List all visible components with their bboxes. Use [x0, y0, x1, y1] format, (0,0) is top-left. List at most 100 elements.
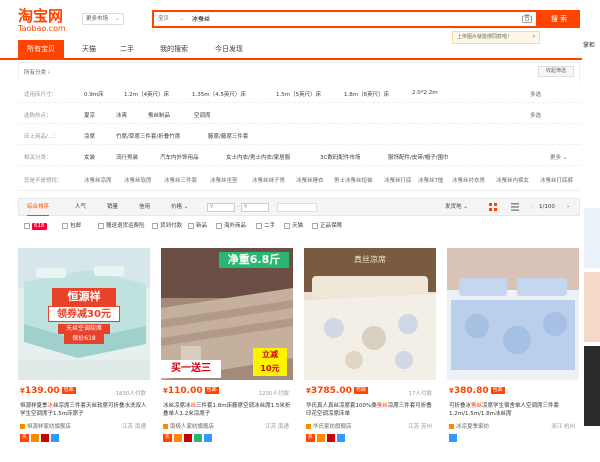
filter-option[interactable]: 夏凉 — [84, 111, 95, 119]
ad-image[interactable] — [584, 208, 600, 268]
filter-option[interactable]: 女士内衣/男士内衣/家居服 — [226, 153, 290, 161]
filter-option[interactable]: 汽车内外饰用品 — [160, 153, 199, 161]
free-ship-tag: 包邮 — [61, 387, 76, 394]
checkbox-618[interactable]: 618 — [24, 222, 47, 231]
price-range-slider[interactable] — [277, 203, 317, 212]
suggest-link[interactable]: 冰蚕丝三件套 — [164, 176, 197, 184]
ad-image[interactable] — [584, 346, 600, 426]
ad-image[interactable] — [584, 272, 600, 342]
product-image[interactable]: 真丝凉席 — [304, 248, 436, 380]
filter-panel: 所有分类 › 收起筛选 适用床尺寸： 0.9m床 1.2m（4英尺）床 1.35… — [18, 62, 580, 191]
product-image[interactable]: 净重6.8斤 买一送三 立减 10元 — [161, 248, 293, 380]
collapse-filter-button[interactable]: 收起筛选 — [538, 66, 574, 77]
filter-option[interactable]: 2.0*2.2m — [412, 90, 438, 96]
filter-option[interactable]: 藤席/藤席三件套 — [208, 132, 248, 140]
filter-option[interactable]: 流行男装 — [116, 153, 138, 161]
suggest-link[interactable]: 冰蚕丝打底 — [384, 176, 412, 184]
filter-option[interactable]: 蚕丝制品 — [148, 111, 170, 119]
product-card[interactable]: 真丝凉席 ¥3785.00 包邮 17人付款 华氏真人真丝凉席套100%桑蚕丝凉席… — [304, 248, 436, 462]
filter-option[interactable]: 1.2m（4英尺）床 — [124, 90, 169, 98]
suggest-link[interactable]: 冰蚕丝软席 — [124, 176, 152, 184]
search-box[interactable]: 宝贝 ⌄ 冰蚕丝 — [152, 10, 538, 28]
product-card[interactable]: ¥380.80 包邮 可折叠冰蚕丝凉席学生宿舍单人空调席三件套1.2m/1.5m/… — [447, 248, 579, 462]
checkbox-tmall[interactable]: 天猫 — [284, 222, 303, 231]
search-button[interactable]: 搜 索 — [538, 10, 580, 28]
product-title[interactable]: 冰丝凉席冰丝三件套1.8m床藤席空调冰丝席1.5米折叠单人1.2米凉席子 — [163, 402, 291, 418]
suggest-link[interactable]: 冰蚕丝打底裤 — [540, 176, 573, 184]
product-card[interactable]: 恒源祥 领券减30元 天丝空调软席 保价618 ¥139.00 包邮 1830人付… — [18, 248, 150, 462]
filter-option[interactable]: 竹席/草席三件套/折叠竹席 — [116, 132, 180, 140]
filter-option[interactable]: 1.5m（5英尺）床 — [276, 90, 321, 98]
wangwang-icon[interactable] — [50, 434, 59, 442]
camera-icon[interactable] — [522, 14, 532, 23]
search-input[interactable]: 冰蚕丝 — [192, 14, 210, 25]
all-category-link[interactable]: 所有分类 › — [24, 68, 50, 76]
multi-select-button[interactable]: 多选 — [530, 111, 541, 119]
more-button[interactable]: 更多 ⌄ — [550, 153, 567, 161]
tab-today-discover[interactable]: 今日发现 — [204, 40, 254, 58]
filter-option[interactable]: 3C数码配件市场 — [320, 153, 360, 161]
filter-option[interactable]: 女装 — [84, 153, 95, 161]
sort-default[interactable]: 综合排序 — [27, 199, 50, 216]
wangwang-icon[interactable] — [336, 434, 345, 442]
multi-select-button[interactable]: 多选 — [530, 90, 541, 98]
tab-my-search[interactable]: 我的搜索 — [150, 40, 198, 58]
tab-tmall[interactable]: 天猫 — [72, 40, 106, 58]
sort-popularity[interactable]: 人气 — [75, 199, 86, 215]
suggest-link[interactable]: 冰蚕丝T恤 — [418, 176, 443, 184]
filter-option[interactable]: 服饰配件/皮带/帽子/围巾 — [388, 153, 449, 161]
tab-second-hand[interactable]: 二手 — [110, 40, 144, 58]
wangwang-icon[interactable] — [449, 434, 457, 442]
suggest-link[interactable]: 冰蚕丝袜子男 — [252, 176, 285, 184]
market-dropdown[interactable]: 更多市场 ⌄ — [82, 13, 124, 25]
checkbox-new[interactable]: 新品 — [188, 222, 207, 231]
product-title[interactable]: 华氏真人真丝凉席套100%桑蚕丝凉席三件套可折叠印花空调凉席床单 — [306, 402, 434, 418]
product-title[interactable]: 可折叠冰蚕丝凉席学生宿舍单人空调席三件套1.2m/1.5m/1.8m冰丝席 — [449, 402, 577, 418]
suggest-link[interactable]: 冰蚕丝内裤女 — [496, 176, 529, 184]
tab-all-items[interactable]: 所有宝贝 — [18, 40, 64, 58]
shop-link[interactable]: 南极人家纺旗舰店 — [163, 422, 214, 430]
sort-credit[interactable]: 信用 — [139, 199, 150, 215]
filter-option[interactable]: 0.9m床 — [84, 90, 104, 98]
product-title[interactable]: 恒源祥夏季冰丝凉席三件套天丝软席可折叠水洗双人学生空调席子1.5m床席子 — [20, 402, 148, 418]
suggest-link[interactable]: 冰蚕丝凉席 — [84, 176, 112, 184]
filter-option[interactable]: 冰爽 — [116, 111, 127, 119]
filter-option[interactable]: 凉席 — [84, 132, 95, 140]
checkbox-return-insurance[interactable]: 赠送退货运费险 — [98, 222, 145, 231]
suggest-link[interactable]: 冰蚕丝衬衣男 — [452, 176, 485, 184]
price-min-input[interactable]: ¥ — [207, 203, 235, 212]
checkbox-genuine[interactable]: 正品保障 — [312, 222, 342, 231]
shop-link[interactable]: 恒源祥家纺旗舰店 — [20, 422, 71, 430]
suggest-link[interactable]: 冰蚕丝睡衣 — [296, 176, 324, 184]
grid-view-icon[interactable] — [489, 203, 497, 211]
filter-option[interactable]: 空调席 — [194, 111, 211, 119]
filter-row-bed-size: 适用床尺寸： 0.9m床 1.2m（4英尺）床 1.35m（4.5英尺）床 1.… — [18, 83, 580, 103]
product-image[interactable] — [447, 248, 579, 380]
prev-page-icon[interactable]: ‹ — [531, 199, 533, 215]
checkbox-overseas[interactable]: 海外商品 — [216, 222, 246, 231]
shop-link[interactable]: 华氏家纺旗舰店 — [306, 422, 352, 430]
search-scope-select[interactable]: 宝贝 ⌄ — [158, 14, 184, 25]
shop-link[interactable]: 冰凉夏季家纺 — [449, 422, 489, 430]
sort-price[interactable]: 价格 ⌄ — [171, 199, 188, 215]
wangwang-icon[interactable] — [203, 434, 212, 442]
checkbox-cod[interactable]: 货到付款 — [152, 222, 182, 231]
filter-option[interactable]: 1.35m（4.5英尺）床 — [192, 90, 246, 98]
product-card[interactable]: 净重6.8斤 买一送三 立减 10元 ¥110.00 包邮 1230人付款 冰丝凉… — [161, 248, 293, 462]
product-image[interactable]: 恒源祥 领券减30元 天丝空调软席 保价618 — [18, 248, 150, 380]
filter-label: 您是不是想找： — [24, 178, 63, 184]
right-ad-strip[interactable] — [584, 208, 600, 462]
badge-618: 618 — [32, 223, 47, 230]
suggest-link[interactable]: 冰蚕丝坐垫 — [210, 176, 238, 184]
next-page-icon[interactable]: › — [567, 199, 569, 215]
filter-option[interactable]: 1.8m（6英尺）床 — [344, 90, 389, 98]
checkbox-second-hand[interactable]: 二手 — [256, 222, 275, 231]
checkbox-free-shipping[interactable]: 包邮 — [62, 222, 81, 231]
price-max-input[interactable]: ¥ — [241, 203, 269, 212]
shop-name: 恒源祥家纺旗舰店 — [27, 424, 72, 430]
suggest-link[interactable]: 男士冰蚕丝短袖 — [334, 176, 373, 184]
ship-from-select[interactable]: 发货地 ⌄ — [445, 199, 468, 215]
sort-sales[interactable]: 销量 — [107, 199, 118, 215]
taobao-logo[interactable]: 淘宝网 Taobao.com — [18, 8, 78, 36]
list-view-icon[interactable] — [511, 203, 519, 211]
